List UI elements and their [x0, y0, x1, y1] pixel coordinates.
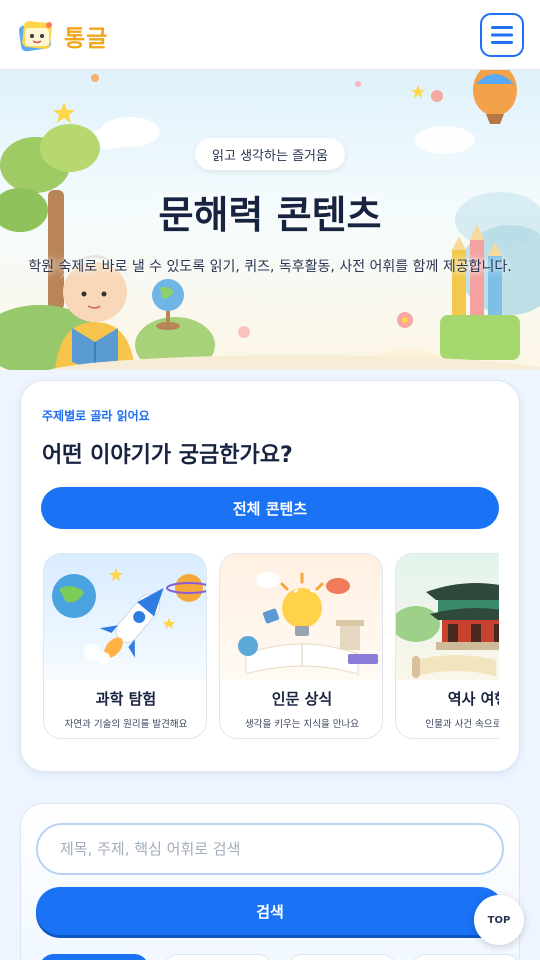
topic-kicker: 주제별로 골라 읽어요: [42, 409, 150, 423]
hamburger-menu-icon: [491, 26, 513, 44]
category-description: 생각을 키우는 지식을 만나요: [245, 719, 359, 730]
category-name: 과학 탐험: [95, 690, 157, 708]
page-title: 문해력 콘텐츠: [158, 193, 382, 237]
app-header: 통글: [0, 0, 540, 70]
category-name: 역사 여행: [447, 690, 499, 708]
book-mascot-logo-icon: [16, 16, 56, 56]
category-carousel[interactable]: 과학 탐험 자연과 기술의 원리를 발견해요 인문 상식 생각을 키우는 지식을…: [43, 553, 499, 741]
hero-banner: 읽고 생각하는 즐거움 문해력 콘텐츠 학원 숙제로 바로 낼 수 있도록 읽기…: [0, 70, 540, 370]
palace-scroll-icon: [396, 554, 499, 680]
logo-text: 통글: [64, 26, 109, 52]
category-card-science[interactable]: 과학 탐험 자연과 기술의 원리를 발견해요: [43, 553, 207, 739]
filter-chip-active[interactable]: [39, 954, 149, 960]
filter-chip[interactable]: [163, 954, 273, 960]
menu-button[interactable]: [480, 13, 524, 57]
topic-title: 어떤 이야기가 궁금한가요?: [42, 443, 293, 468]
all-content-button[interactable]: 전체 콘텐츠: [41, 487, 499, 529]
rocket-planet-icon: [44, 554, 206, 680]
hero-badge: 읽고 생각하는 즐거움: [195, 138, 345, 170]
logo[interactable]: 통글: [16, 16, 108, 56]
hero-description: 학원 숙제로 바로 낼 수 있도록 읽기, 퀴즈, 독후활동, 사전 어휘를 함…: [28, 259, 512, 275]
filter-chip[interactable]: [411, 954, 521, 960]
scroll-top-button[interactable]: TOP: [474, 895, 524, 945]
search-section: 검색: [20, 803, 521, 960]
category-name: 인문 상식: [271, 690, 333, 708]
search-input[interactable]: [36, 823, 504, 875]
category-card-history[interactable]: 역사 여행 인물과 사건 속으로 떠나요: [395, 553, 499, 739]
search-button[interactable]: 검색: [36, 887, 504, 935]
filter-chip[interactable]: [287, 954, 397, 960]
topic-section: 주제별로 골라 읽어요 어떤 이야기가 궁금한가요? 전체 콘텐츠 과학 탐험 …: [20, 380, 520, 772]
lightbulb-book-icon: [220, 554, 382, 680]
category-description: 자연과 기술의 원리를 발견해요: [64, 719, 188, 730]
category-description: 인물과 사건 속으로 떠나요: [425, 719, 499, 730]
category-card-humanities[interactable]: 인문 상식 생각을 키우는 지식을 만나요: [219, 553, 383, 739]
